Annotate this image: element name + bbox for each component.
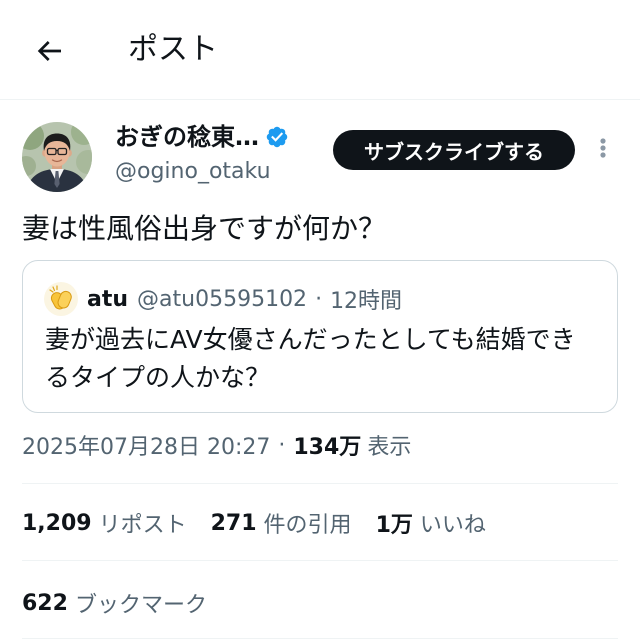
likes-stat[interactable]: 1万 いいね: [376, 507, 486, 539]
quoted-post-card[interactable]: atu @atu05595102 · 12時間 妻が過去にAV女優さんだったとし…: [22, 260, 618, 413]
back-button[interactable]: [31, 33, 67, 69]
quoted-post-text: 妻が過去にAV女優さんだったとしても結婚できるタイプの人かな？: [45, 325, 576, 392]
quotes-stat[interactable]: 271 件の引用: [211, 507, 352, 539]
quotes-label: 件の引用: [263, 513, 352, 538]
divider: [22, 638, 618, 639]
quoted-author-name: atu: [87, 286, 129, 312]
bookmarks-label: ブックマーク: [74, 593, 207, 618]
subscribe-button[interactable]: サブスクライブする: [333, 130, 575, 170]
arrow-left-icon: [37, 41, 61, 61]
author-name-row: おぎの稔東…: [115, 121, 289, 153]
reposts-stat[interactable]: 1,209 リポスト: [22, 507, 187, 539]
reposts-label: リポスト: [98, 513, 187, 538]
author-avatar[interactable]: [22, 122, 92, 192]
separator-dot: ·: [278, 432, 286, 458]
separator-dot: ·: [315, 286, 323, 312]
divider: [22, 483, 618, 484]
views-label: 表示: [367, 435, 412, 460]
post-meta: 2025年07月28日 20:27 · 134万 表示: [22, 428, 411, 462]
likes-label: いいね: [419, 513, 486, 538]
post-timestamp[interactable]: 2025年07月28日 20:27: [22, 429, 270, 461]
reposts-count: 1,209: [22, 510, 92, 536]
top-bar: ポスト: [0, 0, 640, 100]
quotes-count: 271: [210, 510, 257, 536]
page-title: ポスト: [128, 32, 218, 67]
divider: [22, 560, 618, 561]
views-count: 134万: [293, 435, 362, 460]
quoted-post-time: 12時間: [330, 289, 403, 314]
clapping-hands-icon: [44, 282, 78, 316]
more-vertical-icon: [600, 138, 606, 158]
more-button[interactable]: [595, 134, 611, 162]
author-photo: [22, 122, 92, 192]
engagement-stats: 1,209 リポスト 271 件の引用 1万 いいね: [22, 506, 510, 540]
author-name[interactable]: おぎの稔東…: [115, 121, 259, 153]
quoted-post-header: atu @atu05595102 · 12時間: [87, 283, 402, 315]
post-text: 妻は性風俗出身ですが何か？: [22, 212, 387, 245]
quoted-author-avatar: [44, 282, 78, 316]
quoted-author-handle: @atu05595102: [137, 286, 308, 312]
verified-badge-icon: [266, 126, 288, 148]
bookmarks-count: 622: [22, 590, 68, 616]
bookmarks-stat[interactable]: 622 ブックマーク: [22, 586, 207, 620]
author-handle[interactable]: @ogino_otaku: [115, 157, 271, 187]
likes-count: 1万: [375, 513, 413, 538]
